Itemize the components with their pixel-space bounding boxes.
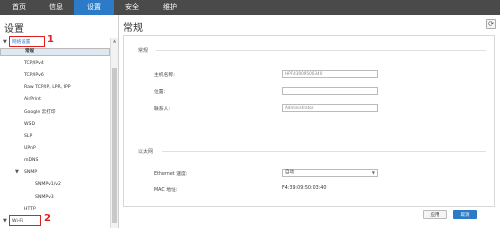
scroll-up-icon[interactable]: ▲: [111, 38, 118, 44]
cancel-button[interactable]: 取消: [453, 210, 477, 219]
sidebar-item-wsd[interactable]: WSD: [0, 120, 118, 130]
sidebar-item-http[interactable]: HTTP: [0, 205, 118, 215]
sidebar-item-tcpipv4[interactable]: TCP/IPv4: [0, 59, 118, 69]
host-name-label: 主机名称:: [154, 73, 175, 78]
refresh-icon[interactable]: ⟳: [486, 19, 496, 29]
tab-security[interactable]: 安全: [114, 0, 150, 15]
tab-settings[interactable]: 设置: [74, 0, 114, 15]
sidebar-item-slp[interactable]: SLP: [0, 132, 118, 142]
main-content: 常规 ⟳ 常规 主机名称: HPF43909500340 位置: 联系人: Ad…: [119, 15, 500, 228]
sidebar-item-tcpipv6[interactable]: TCP/IPv6: [0, 71, 118, 81]
mac-address-label: MAC 地址:: [154, 188, 178, 193]
tab-home[interactable]: 首页: [0, 0, 38, 15]
divider: [162, 151, 486, 152]
sidebar-scrollbar[interactable]: ▲ ▼: [110, 38, 118, 228]
annotation-number-1: 1: [47, 34, 54, 45]
section-heading-ethernet: 以太网: [138, 149, 154, 155]
location-field[interactable]: [282, 87, 378, 95]
sidebar-item-mdns[interactable]: mDNS: [0, 156, 118, 166]
sidebar-item-snmpv1v2[interactable]: SNMPv1/v2: [0, 180, 118, 190]
ethernet-speed-value: 自动: [285, 170, 294, 175]
section-heading-general: 常规: [138, 48, 149, 54]
sidebar-item-general[interactable]: 常规: [0, 48, 110, 56]
apply-button[interactable]: 应用: [423, 210, 447, 219]
sidebar-item-airprint[interactable]: AirPrint: [0, 95, 118, 105]
scroll-thumb[interactable]: [112, 68, 117, 223]
top-nav: 首页 信息 设置 安全 维护: [0, 0, 500, 15]
sidebar-item-raw-tcpip[interactable]: Raw TCP/IP, LPR, IPP: [0, 83, 118, 93]
mac-address-value: F4:39:09:50:03:40: [282, 186, 327, 191]
sidebar-item-google-cloud-print[interactable]: Google 云打印: [0, 108, 118, 118]
tab-info[interactable]: 信息: [38, 0, 74, 15]
page-title: 常规: [123, 23, 143, 34]
sidebar-item-snmpv3[interactable]: SNMPv3: [0, 193, 118, 203]
sidebar-tree: ▼ 网络设置 常规 TCP/IPv4 TCP/IPv6 Raw TCP/IP, …: [0, 38, 110, 228]
sidebar-item-upnp[interactable]: UPnP: [0, 144, 118, 154]
ethernet-speed-label: Ethernet 速度:: [154, 172, 188, 177]
ethernet-speed-select[interactable]: 自动 ▼: [282, 169, 378, 177]
sidebar-item-snmp[interactable]: SNMP: [0, 168, 118, 178]
contact-label: 联系人:: [154, 107, 171, 112]
settings-panel: 常规 主机名称: HPF43909500340 位置: 联系人: Adminis…: [123, 35, 495, 207]
tab-maintenance[interactable]: 维护: [150, 0, 190, 15]
location-label: 位置:: [154, 90, 166, 95]
chevron-down-icon: ▼: [371, 170, 375, 175]
annotation-box-2: [9, 215, 41, 226]
host-name-field[interactable]: HPF43909500340: [282, 70, 378, 78]
sidebar: 设置 ▼ 网络设置 常规 TCP/IPv4 TCP/IPv6 Raw TCP/I…: [0, 15, 119, 228]
annotation-number-2: 2: [44, 213, 51, 224]
sidebar-title: 设置: [4, 24, 24, 35]
contact-field[interactable]: Administrator: [282, 104, 378, 112]
divider: [156, 50, 486, 51]
annotation-box-1: [9, 36, 45, 47]
